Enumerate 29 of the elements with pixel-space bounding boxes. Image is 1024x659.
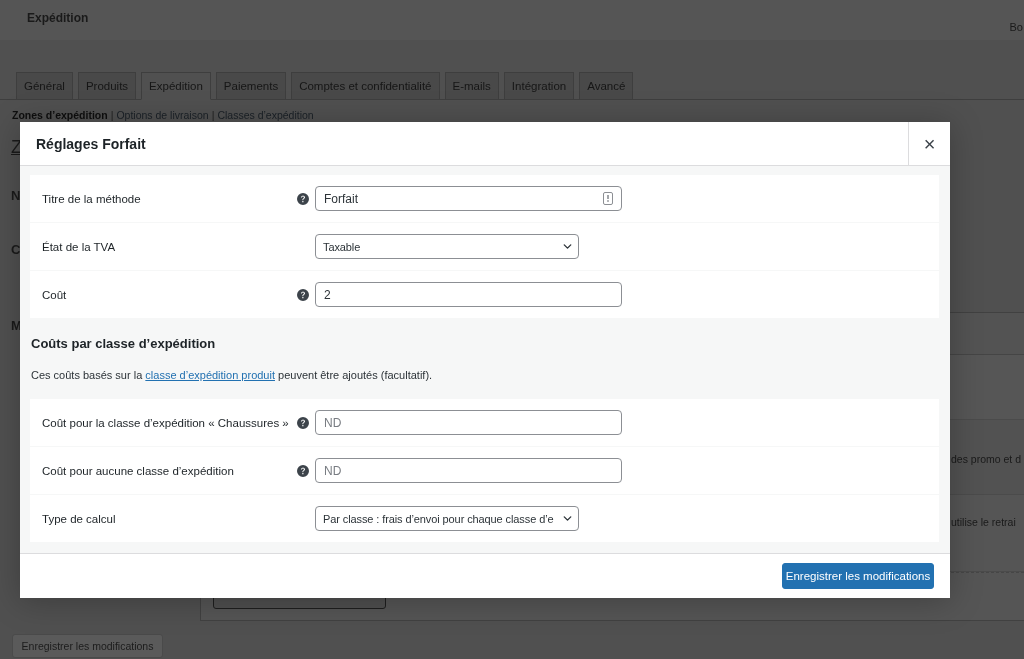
field-label: Type de calcul xyxy=(42,512,117,525)
help-icon[interactable] xyxy=(297,416,309,429)
nav-separator: | xyxy=(110,109,114,122)
text-field[interactable]: ND xyxy=(315,458,622,483)
subnav-link[interactable]: Zones d’expédition xyxy=(12,109,108,122)
field-label: Coût pour la classe d’expédition « Chaussures » xyxy=(42,416,290,429)
select-field[interactable]: Par classe : frais d’envoi pour chaque classe d’e xyxy=(315,506,579,531)
text-field[interactable]: Forfait xyxy=(315,186,622,211)
settings-tab[interactable]: Expédition xyxy=(141,72,211,100)
help-icon[interactable] xyxy=(297,192,309,205)
save-changes-button[interactable]: Enregistrer les modifications xyxy=(782,563,934,589)
section-heading: Coûts par classe d’expédition xyxy=(31,336,217,352)
close-button[interactable]: × xyxy=(908,122,950,165)
field-label: Titre de la méthode xyxy=(42,192,142,205)
text-field[interactable]: ND xyxy=(315,410,622,435)
description-link[interactable]: classe d’expédition produit xyxy=(145,369,275,381)
autofill-icon[interactable] xyxy=(603,192,613,205)
field-label: Coût xyxy=(42,288,68,301)
header-text: Bo xyxy=(1009,21,1024,34)
nav-separator: | xyxy=(211,109,215,122)
page-title: Expédition xyxy=(26,10,89,27)
select-field[interactable]: Taxable xyxy=(315,234,579,259)
help-icon[interactable] xyxy=(297,288,309,301)
dialog-title: Réglages Forfait xyxy=(36,135,146,152)
help-icon[interactable] xyxy=(297,464,309,477)
field-label: Coût pour aucune classe d’expédition xyxy=(42,464,235,477)
section-description: Ces coûts basés sur la classe d’expédition produit peuvent être ajoutés (facultatif). xyxy=(31,368,434,382)
text-field[interactable]: 2 xyxy=(315,282,622,307)
field-label: État de la TVA xyxy=(42,240,117,253)
